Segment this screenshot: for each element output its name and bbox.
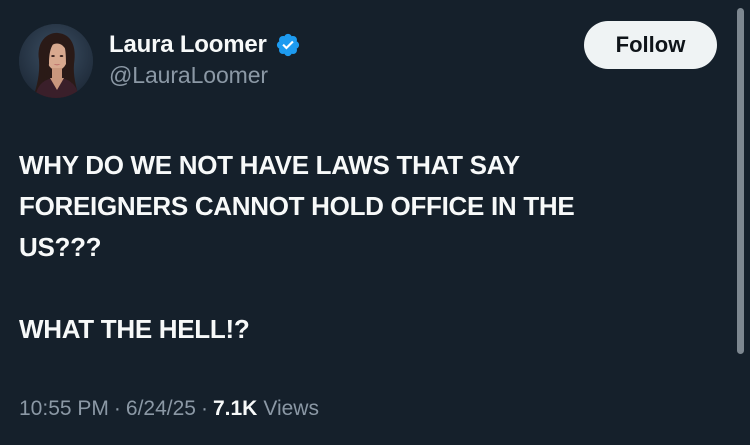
scrollbar[interactable] [734,0,750,445]
tweet-text: WHY DO WE NOT HAVE LAWS THAT SAY FOREIGN… [19,145,719,350]
views-label[interactable]: Views [263,397,319,421]
avatar-image [19,24,93,98]
tweet-text-line: FOREIGNERS CANNOT HOLD OFFICE IN THE [19,191,575,221]
tweet-text-line [19,268,719,309]
display-name[interactable]: Laura Loomer [109,31,267,59]
scrollbar-thumb[interactable] [737,8,744,354]
tweet-card: Laura Loomer @LauraLoomer Follow WHY DO … [0,0,750,445]
follow-button[interactable]: Follow [584,21,717,69]
tweet-meta: 10:55 PM · 6/24/25 · 7.1K Views [19,397,319,421]
meta-separator: · [200,397,208,420]
author-name-row: Laura Loomer [109,28,301,62]
meta-separator: · [113,397,121,420]
views-count[interactable]: 7.1K [213,397,257,421]
tweet-text-line: US??? [19,232,102,262]
author-handle[interactable]: @LauraLoomer [109,62,268,89]
tweet-time[interactable]: 10:55 PM [19,397,109,421]
avatar[interactable] [19,24,93,98]
tweet-text-line: WHY DO WE NOT HAVE LAWS THAT SAY [19,150,520,180]
tweet-text-line: WHAT THE HELL!? [19,314,250,344]
verified-badge-icon[interactable] [275,32,301,58]
tweet-date[interactable]: 6/24/25 [126,397,196,421]
